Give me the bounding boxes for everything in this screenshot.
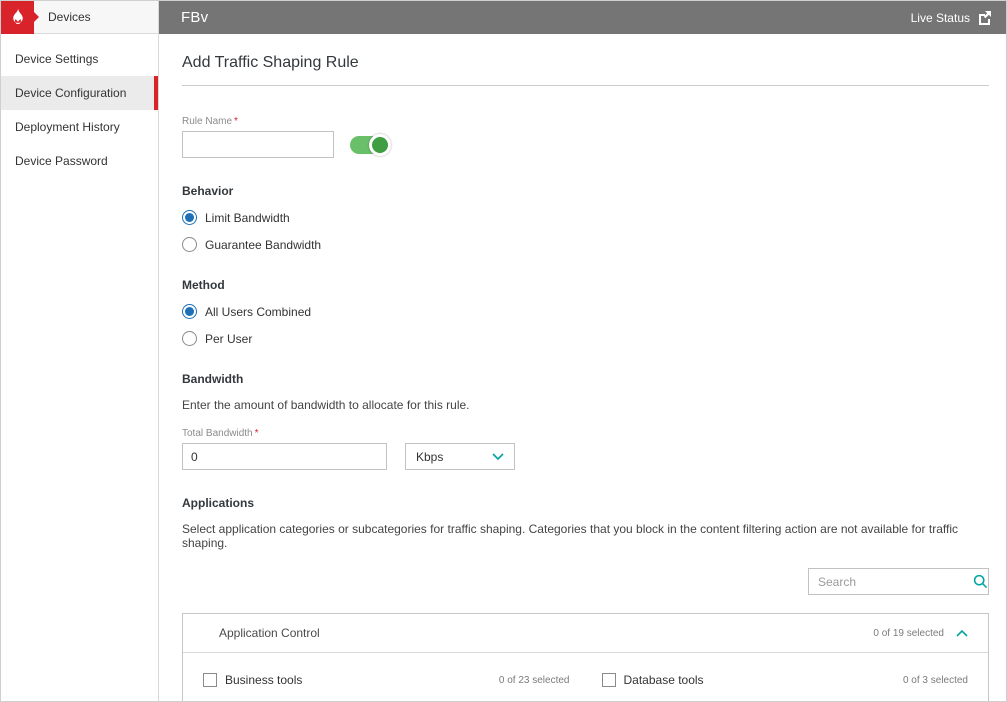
radio-limit-bandwidth[interactable]: Limit Bandwidth xyxy=(182,210,989,225)
live-status-link[interactable]: Live Status xyxy=(911,10,992,25)
total-bandwidth-label-text: Total Bandwidth xyxy=(182,428,253,439)
total-bandwidth-input[interactable] xyxy=(182,443,387,470)
applications-description: Select application categories or subcate… xyxy=(182,522,958,550)
application-control-panel: Application Control 0 of 19 selected Bus… xyxy=(182,613,989,701)
sidebar-item-device-password[interactable]: Device Password xyxy=(1,144,158,178)
rule-name-input[interactable] xyxy=(182,131,334,158)
applications-title: Applications xyxy=(182,496,255,510)
applications-section: Applications Select application categori… xyxy=(182,496,989,701)
behavior-title: Behavior xyxy=(182,184,234,198)
flame-icon xyxy=(10,8,26,26)
page-content: Add Traffic Shaping Rule Rule Name * Beha… xyxy=(159,34,1006,701)
method-section: Method All Users Combined Per User xyxy=(182,278,989,346)
sidebar-header: Devices xyxy=(1,1,158,34)
bandwidth-title: Bandwidth xyxy=(182,372,244,386)
required-asterisk: * xyxy=(234,116,238,127)
app-count: 0 of 3 selected xyxy=(902,674,968,686)
radio-label: All Users Combined xyxy=(205,304,312,319)
radio-icon xyxy=(182,210,197,225)
external-link-icon xyxy=(977,10,992,25)
search-input[interactable] xyxy=(818,570,973,593)
panel-title: Application Control xyxy=(219,626,320,640)
sidebar-item-deployment-history[interactable]: Deployment History xyxy=(1,110,158,144)
application-search xyxy=(808,568,989,595)
app-label: Database tools xyxy=(623,673,704,687)
sidebar-title: Devices xyxy=(48,10,91,24)
page-title: Add Traffic Shaping Rule xyxy=(182,54,989,86)
radio-icon xyxy=(182,331,197,346)
application-list: Business tools 0 of 23 selected Database… xyxy=(183,653,988,701)
sidebar: Devices Device Settings Device Configura… xyxy=(1,1,159,701)
rule-name-label: Rule Name * xyxy=(182,116,989,127)
app-item-database-tools: Database tools 0 of 3 selected xyxy=(601,673,968,687)
radio-icon xyxy=(182,304,197,319)
radio-icon xyxy=(182,237,197,252)
app-count: 0 of 23 selected xyxy=(498,674,570,686)
app-window: Devices Device Settings Device Configura… xyxy=(0,0,1007,702)
rule-name-group: Rule Name * xyxy=(182,116,989,158)
radio-label: Per User xyxy=(205,331,253,346)
bandwidth-unit-select[interactable]: Kbps xyxy=(405,443,515,470)
radio-label: Guarantee Bandwidth xyxy=(205,237,322,252)
required-asterisk: * xyxy=(254,428,259,439)
panel-selected-summary: 0 of 19 selected xyxy=(873,627,944,639)
app-label: Business tools xyxy=(225,673,303,687)
sidebar-item-device-configuration[interactable]: Device Configuration xyxy=(1,76,158,110)
main-area: FBv Live Status Add Traffic Shaping Rule… xyxy=(159,1,1006,701)
rule-enabled-toggle[interactable] xyxy=(350,133,391,156)
radio-label: Limit Bandwidth xyxy=(205,210,290,225)
application-control-header[interactable]: Application Control 0 of 19 selected xyxy=(183,614,988,653)
bandwidth-description: Enter the amount of bandwidth to allocat… xyxy=(182,398,470,412)
checkbox[interactable] xyxy=(203,673,217,687)
app-item-business-tools: Business tools 0 of 23 selected xyxy=(203,673,570,687)
sidebar-items: Device Settings Device Configuration Dep… xyxy=(1,34,158,178)
chevron-up-icon[interactable] xyxy=(956,629,968,637)
checkbox[interactable] xyxy=(601,673,616,687)
method-title: Method xyxy=(182,278,225,292)
radio-guarantee-bandwidth[interactable]: Guarantee Bandwidth xyxy=(182,237,989,252)
bandwidth-section: Bandwidth Enter the amount of bandwidth … xyxy=(182,372,989,470)
radio-all-users-combined[interactable]: All Users Combined xyxy=(182,304,989,319)
device-title: FBv xyxy=(181,9,209,26)
radio-per-user[interactable]: Per User xyxy=(182,331,989,346)
top-header-bar: FBv Live Status xyxy=(159,1,1006,34)
brand-logo[interactable] xyxy=(1,1,39,34)
sidebar-item-device-settings[interactable]: Device Settings xyxy=(1,42,158,76)
live-status-label: Live Status xyxy=(910,10,970,25)
total-bandwidth-label: Total Bandwidth * xyxy=(182,428,989,439)
rule-name-label-text: Rule Name xyxy=(182,116,233,127)
bandwidth-unit-value: Kbps xyxy=(416,449,444,464)
toggle-knob xyxy=(369,133,391,156)
chevron-down-icon xyxy=(492,452,504,461)
behavior-section: Behavior Limit Bandwidth Guarantee Bandw… xyxy=(182,184,989,252)
search-icon[interactable] xyxy=(973,574,988,589)
